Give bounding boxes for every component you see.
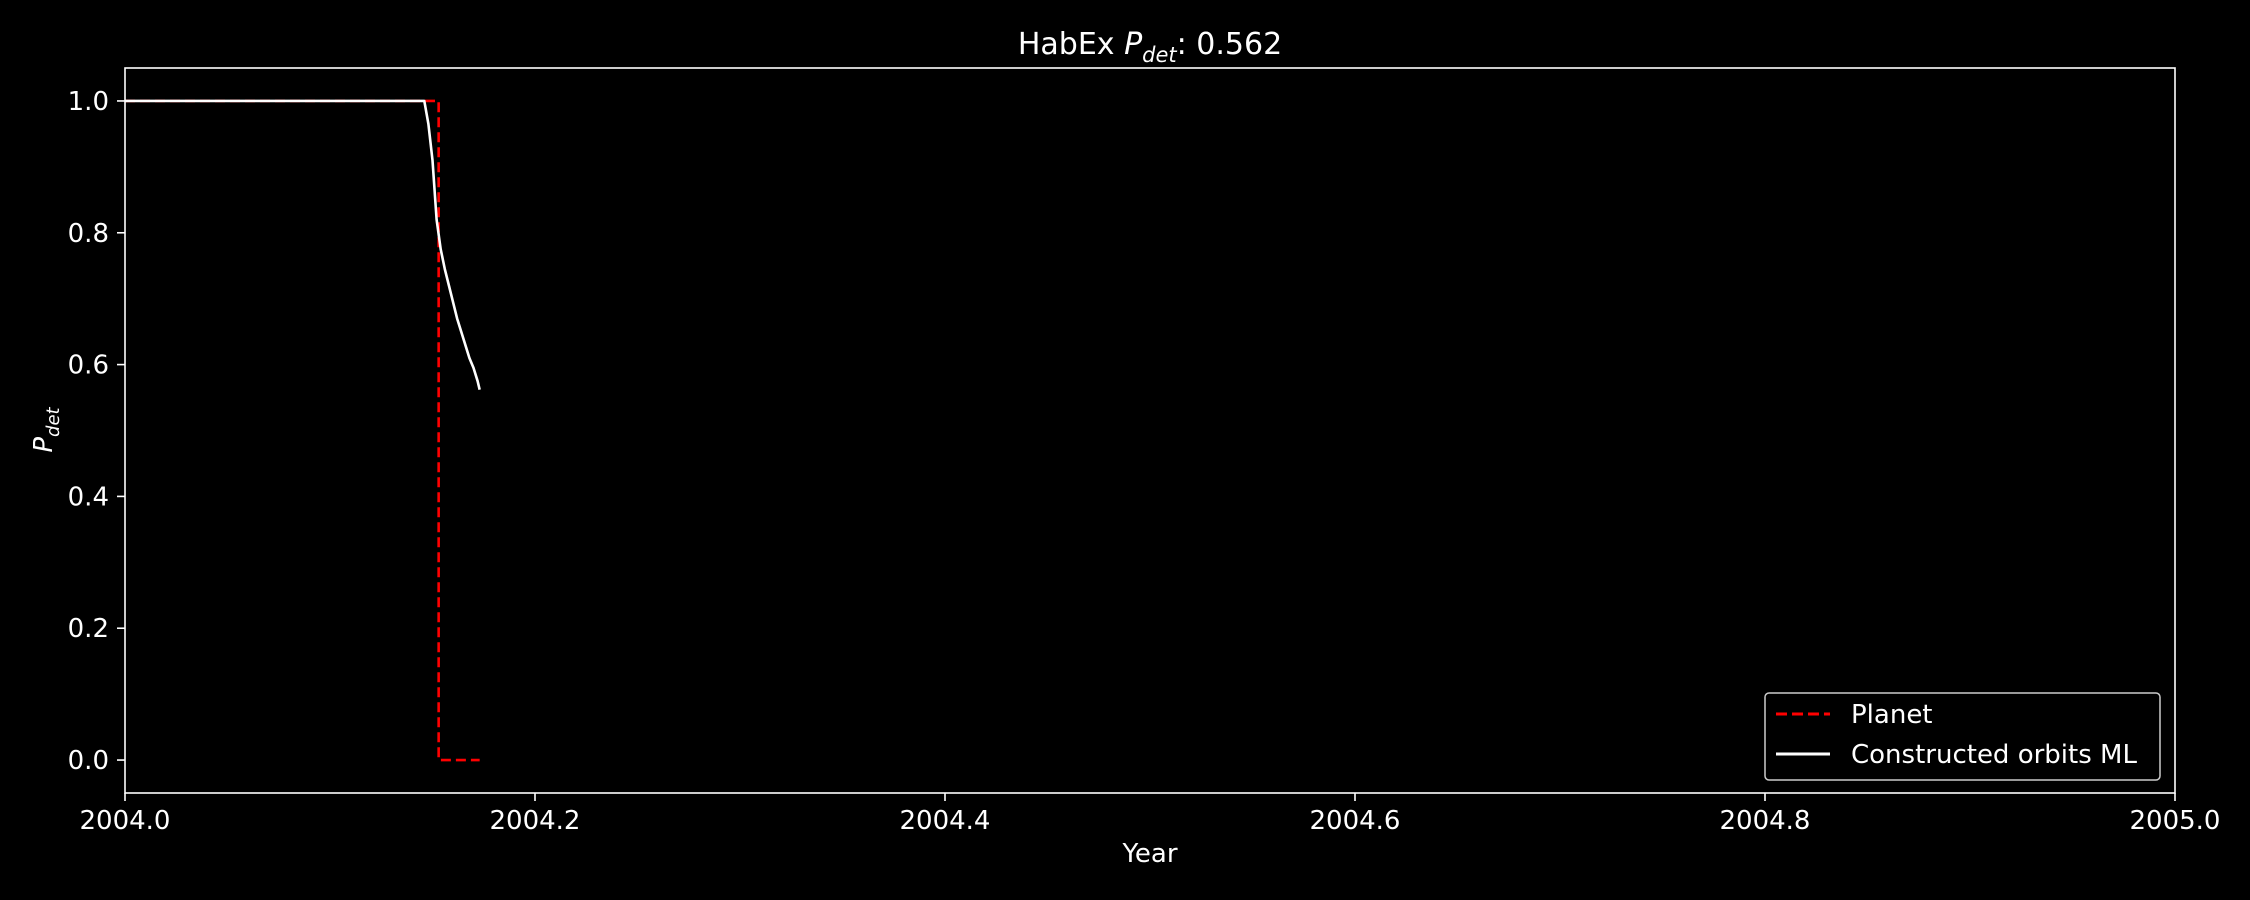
legend-label-constructed-orbits: Constructed orbits ML — [1851, 740, 2137, 770]
x-tick-label: 2004.2 — [490, 806, 581, 836]
y-axis-label-subscript: det — [43, 406, 64, 437]
x-tick-label: 2004.0 — [80, 806, 171, 836]
x-tick-label: 2004.6 — [1310, 806, 1401, 836]
y-tick-label: 0.4 — [68, 482, 109, 512]
y-tick-label: 0.8 — [68, 219, 109, 249]
legend-label-planet: Planet — [1851, 700, 1933, 730]
y-tick-label: 0.2 — [68, 614, 109, 644]
chart-title-suffix: : 0.562 — [1177, 27, 1283, 62]
chart-title-symbol: P — [1124, 27, 1143, 62]
x-tick-label: 2004.8 — [1720, 806, 1811, 836]
chart: HabEx Pdet: 0.562 2004.0 2004.2 2004.4 2004… — [0, 0, 2250, 900]
y-axis-label-symbol: P — [29, 437, 59, 453]
x-tick-label: 2005.0 — [2130, 806, 2221, 836]
y-tick-label: 0.0 — [68, 746, 109, 776]
x-axis-label: Year — [1121, 839, 1177, 869]
y-tick-label: 1.0 — [68, 87, 109, 117]
y-tick-label: 0.6 — [68, 351, 109, 381]
chart-title-prefix: HabEx — [1018, 27, 1124, 62]
legend: Planet Constructed orbits ML — [1764, 692, 2161, 781]
chart-title-subscript: det — [1142, 43, 1177, 67]
x-tick-label: 2004.4 — [900, 806, 991, 836]
